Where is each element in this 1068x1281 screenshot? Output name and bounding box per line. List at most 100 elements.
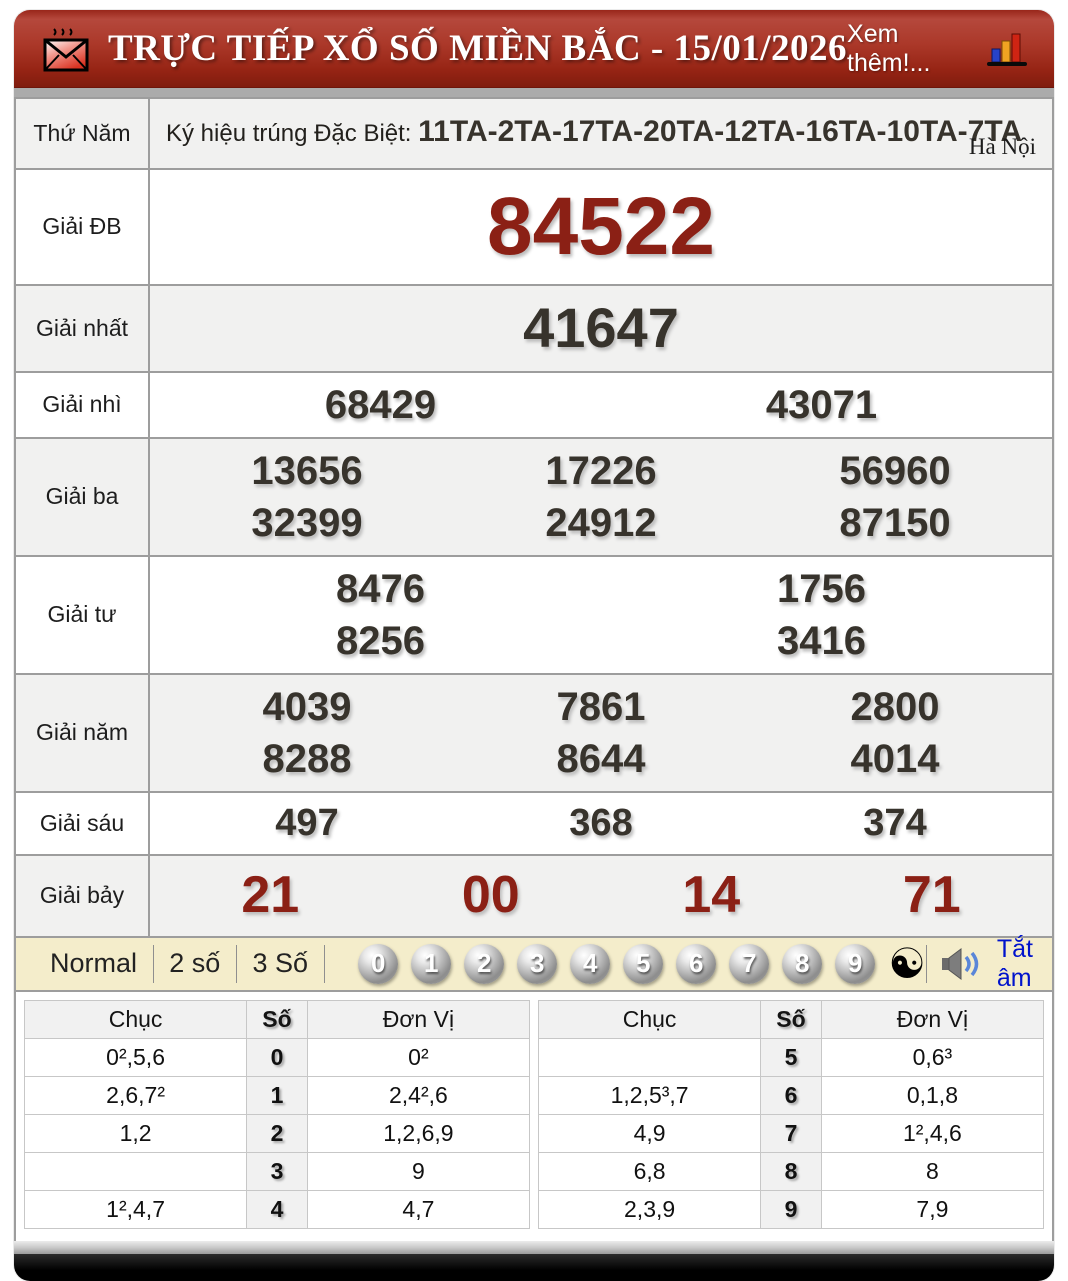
special-symbol-cell: Ký hiệu trúng Đặc Biệt: 11TA-2TA-17TA-20… — [149, 98, 1053, 169]
digit-ball-0[interactable]: 0 — [358, 944, 398, 984]
digit-ball-3[interactable]: 3 — [517, 944, 557, 984]
summary-row: 1,221,2,6,9 — [25, 1114, 530, 1152]
prize-number: 43071 — [601, 379, 1042, 431]
prize-row-giai-nhi: Giải nhì6842943071 — [15, 372, 1053, 438]
results-table: Thứ Năm Ký hiệu trúng Đặc Biệt: 11TA-2TA… — [14, 97, 1054, 938]
column-header-digit: Số — [247, 1000, 308, 1038]
prize-label: Giải ĐB — [15, 169, 149, 286]
units-cell: 0² — [307, 1038, 529, 1076]
digit-ball-9[interactable]: 9 — [835, 944, 875, 984]
column-header-units: Đơn Vị — [821, 1000, 1043, 1038]
units-cell: 0,6³ — [821, 1038, 1043, 1076]
digit-cell: 9 — [761, 1190, 822, 1228]
summary-row: 1²,4,744,7 — [25, 1190, 530, 1228]
tens-cell: 6,8 — [539, 1152, 761, 1190]
digit-ball-4[interactable]: 4 — [570, 944, 610, 984]
digit-cell: 4 — [247, 1190, 308, 1228]
digit-cell: 8 — [761, 1152, 822, 1190]
summary-row: 4,971²,4,6 — [539, 1114, 1044, 1152]
prize-number: 3416 — [601, 615, 1042, 667]
prize-values: 136561722656960323992491287150 — [149, 438, 1053, 556]
prize-number: 8288 — [160, 733, 454, 785]
units-cell: 9 — [307, 1152, 529, 1190]
audio-controls: Tắt âm — [926, 935, 1034, 993]
digit-cell: 7 — [761, 1114, 822, 1152]
prize-row-giai-db: Giải ĐB84522 — [15, 169, 1053, 286]
digit-ball-1[interactable]: 1 — [411, 944, 451, 984]
digit-ball-7[interactable]: 7 — [729, 944, 769, 984]
digit-ball-6[interactable]: 6 — [676, 944, 716, 984]
prize-number: 7861 — [454, 681, 748, 733]
prize-label: Giải nhất — [15, 285, 149, 372]
prize-row-giai-nhat: Giải nhất41647 — [15, 285, 1053, 372]
units-cell: 0,1,8 — [821, 1076, 1043, 1114]
region-label: Hà Nội — [969, 134, 1036, 160]
prize-number: 24912 — [454, 497, 748, 549]
symbol-codes: 11TA-2TA-17TA-20TA-12TA-16TA-10TA-7TA — [418, 115, 1022, 148]
prize-number: 497 — [160, 799, 454, 848]
prize-label: Giải tư — [15, 556, 149, 674]
mode-normal[interactable]: Normal — [34, 948, 153, 979]
tens-cell: 2,6,7² — [25, 1076, 247, 1114]
see-more-link[interactable]: Xem thêm!... — [847, 20, 972, 78]
summary-row: 1,2,5³,760,1,8 — [539, 1076, 1044, 1114]
prize-number: 4014 — [748, 733, 1042, 785]
speaker-icon[interactable] — [941, 948, 983, 980]
bar-chart-icon[interactable] — [986, 30, 1028, 68]
prize-values: 497368374 — [149, 792, 1053, 855]
prize-number: 32399 — [160, 497, 454, 549]
footer-bar — [14, 1254, 1054, 1281]
digit-cell: 5 — [761, 1038, 822, 1076]
summary-row: 0²,5,600² — [25, 1038, 530, 1076]
summary-row: 6,888 — [539, 1152, 1044, 1190]
prize-label: Giải sáu — [15, 792, 149, 855]
tens-cell: 1²,4,7 — [25, 1190, 247, 1228]
prize-values: 84522 — [149, 169, 1053, 286]
prize-row-giai-ba: Giải ba136561722656960323992491287150 — [15, 438, 1053, 556]
units-cell: 8 — [821, 1152, 1043, 1190]
prize-number: 68429 — [160, 379, 601, 431]
prize-number: 8644 — [454, 733, 748, 785]
prize-row-giai-sau: Giải sáu497368374 — [15, 792, 1053, 855]
prize-label: Giải nhì — [15, 372, 149, 438]
yinyang-icon[interactable]: ☯ — [888, 944, 926, 984]
digit-cell: 0 — [247, 1038, 308, 1076]
prize-label: Giải ba — [15, 438, 149, 556]
tens-cell: 1,2,5³,7 — [539, 1076, 761, 1114]
prize-values: 8476175682563416 — [149, 556, 1053, 674]
mute-button[interactable]: Tắt âm — [997, 935, 1034, 993]
prize-row-giai-tu: Giải tư8476175682563416 — [15, 556, 1053, 674]
mode-3-digits[interactable]: 3 Số — [236, 948, 324, 979]
digit-ball-5[interactable]: 5 — [623, 944, 663, 984]
digit-balls: 0123456789 — [358, 944, 875, 984]
tens-cell — [25, 1152, 247, 1190]
prize-values: 21001471 — [149, 855, 1053, 937]
prize-number: 1756 — [601, 563, 1042, 615]
mode-2-digits[interactable]: 2 số — [153, 948, 236, 979]
units-cell: 7,9 — [821, 1190, 1043, 1228]
prize-values: 403978612800828886444014 — [149, 674, 1053, 792]
prize-number: 8476 — [160, 563, 601, 615]
prize-number: 41647 — [160, 292, 1042, 365]
prize-number: 4039 — [160, 681, 454, 733]
prize-number: 13656 — [160, 445, 454, 497]
summary-table-right: Chục Số Đơn Vị 50,6³1,2,5³,760,1,84,971²… — [538, 1000, 1044, 1229]
divider-strip — [14, 88, 1054, 97]
units-cell: 1,2,6,9 — [307, 1114, 529, 1152]
prize-number: 56960 — [748, 445, 1042, 497]
prize-number: 84522 — [160, 176, 1042, 279]
digit-cell: 1 — [247, 1076, 308, 1114]
digit-ball-2[interactable]: 2 — [464, 944, 504, 984]
summary-row: 2,6,7²12,4²,6 — [25, 1076, 530, 1114]
units-cell: 1²,4,6 — [821, 1114, 1043, 1152]
summary-row: 50,6³ — [539, 1038, 1044, 1076]
prize-label: Giải bảy — [15, 855, 149, 937]
column-header-digit: Số — [761, 1000, 822, 1038]
summary-row: 2,3,997,9 — [539, 1190, 1044, 1228]
header: TRỰC TIẾP XỔ SỐ MIỀN BẮC - 15/01/2026 Xe… — [14, 10, 1054, 88]
digit-ball-8[interactable]: 8 — [782, 944, 822, 984]
prize-number: 14 — [601, 862, 822, 930]
weekday-label: Thứ Năm — [15, 98, 149, 169]
page-title: TRỰC TIẾP XỔ SỐ MIỀN BẮC - 15/01/2026 — [108, 27, 847, 70]
prize-row-giai-nam: Giải năm403978612800828886444014 — [15, 674, 1053, 792]
